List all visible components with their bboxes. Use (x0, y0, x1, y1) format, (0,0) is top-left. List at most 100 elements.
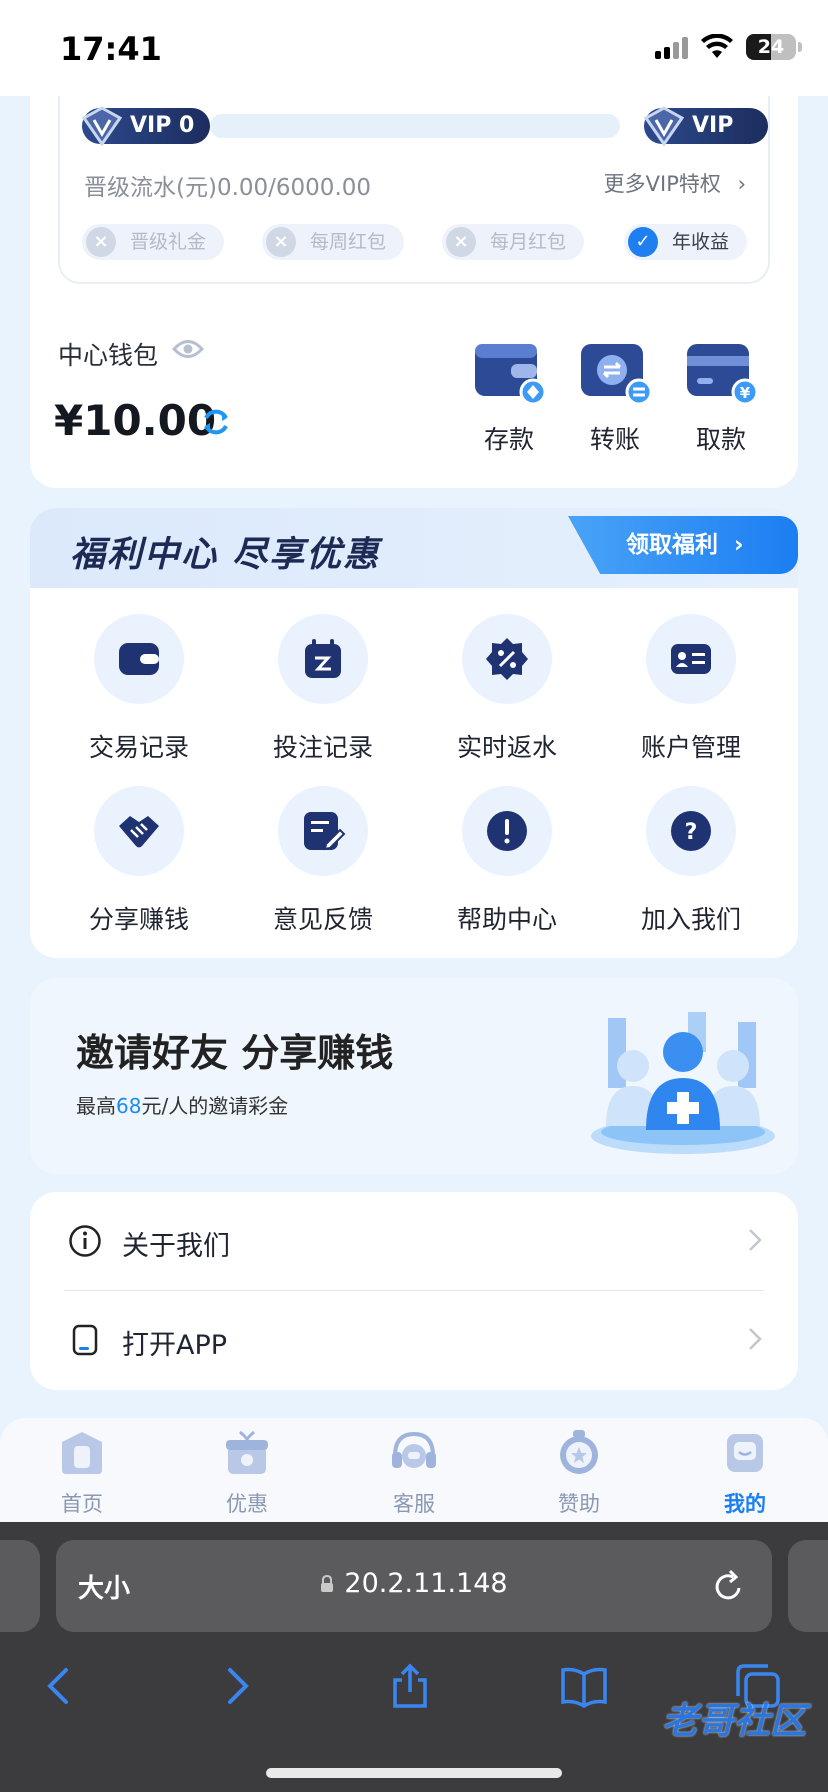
deposit-label: 存款 (483, 425, 534, 454)
invite-people-illustration (591, 1012, 775, 1154)
grid-item-account[interactable]: 账户管理 (616, 614, 766, 764)
card-withdraw-icon: ¥ (685, 340, 759, 406)
menu-item-open-app[interactable]: 打开APP (30, 1291, 798, 1389)
tab-label: 赞助 (558, 1492, 600, 1516)
vip-shield-icon (81, 106, 123, 147)
home-indicator (266, 1768, 562, 1778)
svg-text:¥: ¥ (740, 384, 751, 402)
svg-text:?: ? (685, 820, 698, 845)
vip-turnover-text: 晋级流水(元)0.00/6000.00 (84, 175, 372, 201)
vip-next-badge: VIP 1 (643, 106, 768, 174)
vip-more-link[interactable]: 更多VIP特权 › (604, 168, 746, 198)
url-text: 20.2.11.148 (344, 1568, 508, 1599)
wallet-deposit-icon (473, 340, 547, 406)
benefit-label: 每月红包 (490, 231, 567, 253)
invite-banner[interactable]: 邀请好友 分享赚钱 最高68元/人的邀请彩金 (30, 978, 798, 1174)
menu-item-about[interactable]: 关于我们 (30, 1192, 798, 1290)
grid-item-label: 帮助中心 (456, 905, 557, 934)
battery-level: 24 (757, 36, 785, 58)
close-icon: × (446, 227, 476, 257)
vip-next-label: VIP 1 (692, 113, 734, 174)
grid-item-label: 投注记录 (272, 733, 373, 762)
gift-icon (226, 1430, 268, 1474)
benefit-label: 年收益 (672, 231, 730, 253)
welfare-title: 福利中心 尽享优惠 (70, 535, 381, 575)
lock-icon (321, 1575, 334, 1592)
menu-list: 关于我们 打开APP (30, 1192, 798, 1390)
check-icon: ✓ (628, 227, 658, 257)
deposit-button[interactable]: 存款 (464, 340, 554, 456)
grid-item-label: 加入我们 (640, 905, 741, 934)
chevron-right-icon: › (734, 532, 744, 558)
feedback-edit-icon (278, 786, 368, 876)
claim-welfare-button[interactable]: 领取福利 › (568, 516, 798, 574)
exclamation-icon (462, 786, 552, 876)
tab-support[interactable]: 客服 (359, 1428, 469, 1518)
wallet-label: 中心钱包 (58, 341, 159, 370)
wallet-balance: ¥10.00 (54, 396, 217, 445)
address-bar[interactable]: 大小 20.2.11.148 (56, 1540, 772, 1632)
vip-current-label: VIP 0 (130, 113, 195, 138)
welfare-center: 福利中心 尽享优惠 领取福利 › 交易记录 投注记录 实时返水 账户管理 分享赚… (30, 508, 798, 958)
watermark-logo: 老哥社区 (661, 1701, 806, 1742)
next-tab-preview[interactable] (788, 1540, 828, 1632)
grid-item-rebate[interactable]: 实时返水 (432, 614, 582, 764)
grid-item-join[interactable]: ? 加入我们 (616, 786, 766, 936)
grid-item-bets[interactable]: 投注记录 (248, 614, 398, 764)
status-time: 17:41 (60, 30, 162, 68)
info-icon (69, 1225, 101, 1257)
close-icon: × (266, 227, 296, 257)
transfer-label: 转账 (589, 425, 640, 454)
benefit-label: 晋级礼金 (130, 231, 207, 253)
grid-item-help[interactable]: 帮助中心 (432, 786, 582, 936)
url-display: 20.2.11.148 (56, 1568, 772, 1599)
percent-badge-icon (462, 614, 552, 704)
withdraw-label: 取款 (695, 425, 746, 454)
tab-sponsor[interactable]: 赞助 (524, 1428, 634, 1518)
tab-label: 优惠 (226, 1492, 268, 1516)
grid-item-feedback[interactable]: 意见反馈 (248, 786, 398, 936)
tab-label: 首页 (61, 1492, 103, 1516)
wallet-record-icon (94, 614, 184, 704)
previous-tab-preview[interactable] (0, 1540, 40, 1632)
eye-icon[interactable] (172, 338, 204, 360)
tab-label: 客服 (393, 1492, 435, 1516)
profile-icon (727, 1434, 763, 1472)
tab-promotions[interactable]: 优惠 (192, 1428, 302, 1518)
grid-item-label: 账户管理 (640, 733, 741, 762)
transfer-button[interactable]: 转账 (570, 340, 660, 456)
tab-profile[interactable]: 我的 (690, 1428, 800, 1518)
vip-progress-bar (210, 114, 620, 138)
tab-home[interactable]: 首页 (27, 1428, 137, 1518)
chevron-right-icon (749, 1328, 762, 1350)
benefit-label: 每周红包 (310, 231, 387, 253)
invite-sub-prefix: 最高 (76, 1094, 116, 1118)
vip-shield-icon (643, 106, 685, 147)
invite-subtitle: 最高68元/人的邀请彩金 (76, 1090, 288, 1119)
handshake-icon (94, 786, 184, 876)
account-card: VIP 0 VIP 1 晋级流水(元)0.00/6000.00 更多VIP特权 … (30, 96, 798, 488)
withdraw-button[interactable]: ¥ 取款 (676, 340, 766, 456)
id-card-icon (646, 614, 736, 704)
invite-sub-suffix: 元/人的邀请彩金 (141, 1094, 289, 1118)
reload-icon[interactable] (712, 1568, 746, 1604)
wifi-icon (701, 34, 733, 58)
claim-welfare-label: 领取福利 (626, 532, 718, 558)
benefit-chip: × 晋级礼金 (82, 224, 225, 260)
medal-icon (560, 1430, 598, 1474)
question-icon: ? (646, 786, 736, 876)
menu-item-label: 关于我们 (122, 1231, 230, 1262)
refresh-icon[interactable] (200, 406, 232, 438)
grid-item-share[interactable]: 分享赚钱 (64, 786, 214, 936)
grid-item-transactions[interactable]: 交易记录 (64, 614, 214, 764)
invite-title: 邀请好友 分享赚钱 (76, 1031, 394, 1075)
vip-benefits: × 晋级礼金 × 每周红包 × 每月红包 ✓ 年收益 (82, 224, 752, 260)
home-icon (62, 1432, 102, 1474)
bookmarks-icon[interactable] (560, 1662, 608, 1710)
share-icon[interactable] (386, 1662, 434, 1710)
forward-icon[interactable] (212, 1662, 260, 1710)
back-icon[interactable] (36, 1662, 84, 1710)
vip-more-label: 更多VIP特权 (603, 172, 721, 196)
calendar-bet-icon (278, 614, 368, 704)
grid-item-label: 意见反馈 (272, 905, 373, 934)
